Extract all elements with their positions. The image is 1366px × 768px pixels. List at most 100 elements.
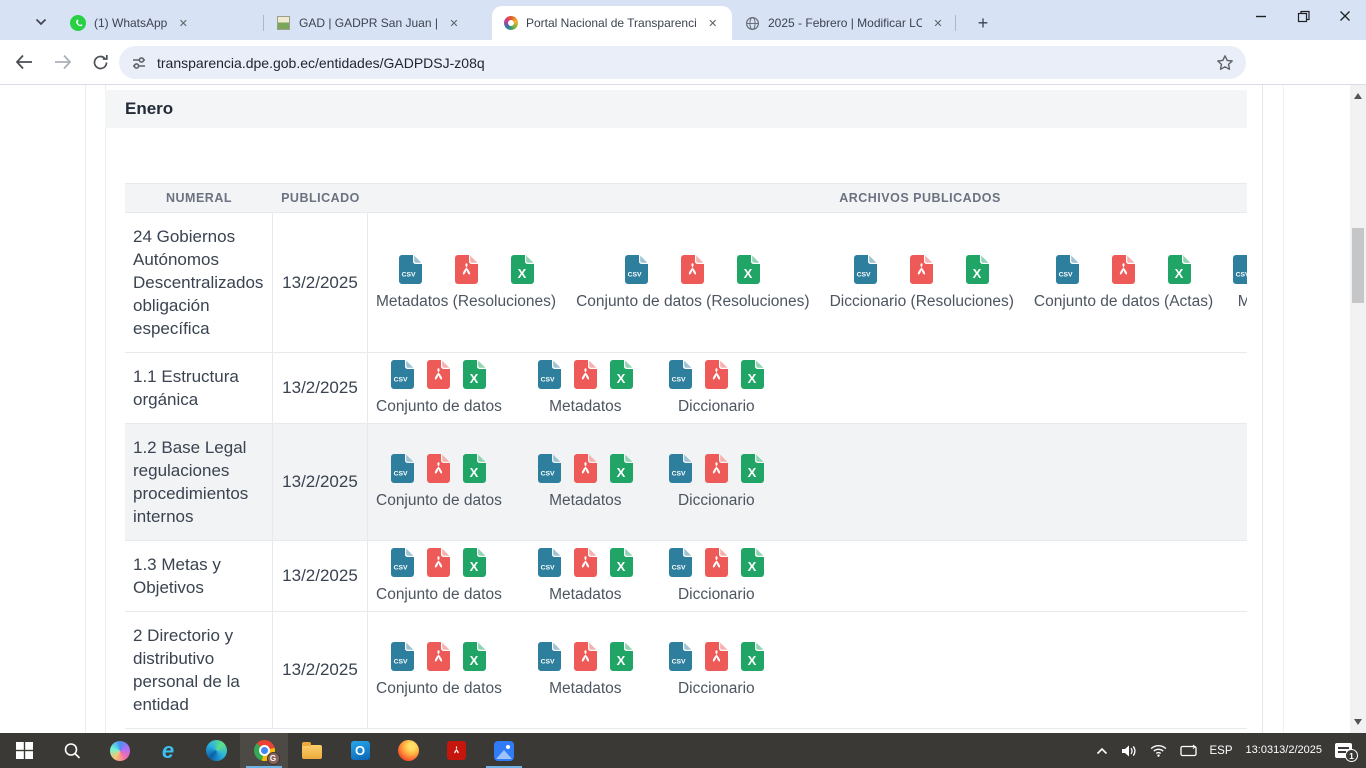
page-scrollbar[interactable] [1350,85,1366,733]
taskbar-edge-icon[interactable] [192,733,240,768]
pdf-file-icon[interactable] [574,454,597,483]
pdf-file-icon[interactable] [574,360,597,389]
file-group-label[interactable]: Metadatos [549,586,621,604]
taskbar-start-icon[interactable] [0,733,48,768]
csv-file-icon[interactable]: CSV [538,454,561,483]
xls-file-icon[interactable]: X [610,454,633,483]
xls-file-icon[interactable]: X [610,642,633,671]
reload-icon[interactable] [84,46,116,78]
address-bar[interactable]: transparencia.dpe.gob.ec/entidades/GADPD… [119,46,1246,79]
tab-close-icon[interactable]: ✕ [930,15,946,31]
bookmark-star-icon[interactable] [1216,54,1234,72]
scroll-down-icon[interactable] [1354,719,1362,725]
pdf-file-icon[interactable] [705,548,728,577]
file-group-label[interactable]: Diccionario [678,680,755,698]
tab-close-icon[interactable]: ✕ [175,15,191,31]
csv-file-icon[interactable]: CSV [625,255,648,284]
file-group-label[interactable]: Metadatos [549,398,621,416]
window-close-button[interactable] [1324,0,1366,32]
taskbar-chrome-icon[interactable]: G [240,733,288,768]
csv-file-icon[interactable]: CSV [391,642,414,671]
xls-file-icon[interactable]: X [610,360,633,389]
month-section-header[interactable]: Enero [105,90,1247,128]
pdf-file-icon[interactable] [427,454,450,483]
pdf-file-icon[interactable] [705,360,728,389]
csv-file-icon[interactable]: CSV [391,360,414,389]
xls-file-icon[interactable]: X [1168,255,1191,284]
language-indicator[interactable]: ESP [1210,745,1233,757]
xls-file-icon[interactable]: X [737,255,760,284]
xls-file-icon[interactable]: X [463,360,486,389]
file-group-label[interactable]: Diccionario [678,398,755,416]
pdf-file-icon[interactable] [574,548,597,577]
file-group-label[interactable]: Conjunto de datos [376,586,502,604]
csv-file-icon[interactable]: CSV [391,548,414,577]
csv-file-icon[interactable]: CSV [391,454,414,483]
pdf-file-icon[interactable] [705,454,728,483]
csv-file-icon[interactable]: CSV [854,255,877,284]
xls-file-icon[interactable]: X [463,548,486,577]
csv-file-icon[interactable]: CSV [538,360,561,389]
xls-file-icon[interactable]: X [741,642,764,671]
pdf-file-icon[interactable] [910,255,933,284]
file-group-label[interactable]: Conjunto de datos (Resoluciones) [576,293,810,311]
csv-file-icon[interactable]: CSV [669,360,692,389]
browser-tab-whatsapp[interactable]: (1) WhatsApp✕ [58,6,264,40]
taskbar-ie-icon[interactable]: e [144,733,192,768]
xls-file-icon[interactable]: X [463,454,486,483]
tab-search-chevron-icon[interactable] [28,12,54,32]
file-group-label[interactable]: Conjunto de datos [376,492,502,510]
csv-file-icon[interactable]: CSV [538,548,561,577]
scroll-up-icon[interactable] [1354,93,1362,99]
file-group-label[interactable]: Diccionario [678,586,755,604]
url-text[interactable]: transparencia.dpe.gob.ec/entidades/GADPD… [157,55,1216,71]
taskbar-photos-icon[interactable] [480,733,528,768]
csv-file-icon[interactable]: CSV [669,454,692,483]
xls-file-icon[interactable]: X [741,454,764,483]
browser-tab-gad[interactable]: GAD | GADPR San Juan |✕ [264,6,492,40]
xls-file-icon[interactable]: X [463,642,486,671]
csv-file-icon[interactable]: CSV [399,255,422,284]
xls-file-icon[interactable]: X [511,255,534,284]
tab-close-icon[interactable]: ✕ [705,15,721,31]
pdf-file-icon[interactable] [427,360,450,389]
pdf-file-icon[interactable] [681,255,704,284]
pdf-file-icon[interactable] [427,642,450,671]
file-group-label[interactable]: Diccionario (Resoluciones) [830,293,1014,311]
file-group-label[interactable]: Conjunto de datos [376,398,502,416]
csv-file-icon[interactable]: CSV [669,642,692,671]
pdf-file-icon[interactable] [427,548,450,577]
back-icon[interactable] [8,46,40,78]
csv-file-icon[interactable]: CSV [538,642,561,671]
tab-close-icon[interactable]: ✕ [446,15,462,31]
tray-chevron-up-icon[interactable] [1096,747,1108,755]
browser-tab-lotaip[interactable]: 2025 - Febrero | Modificar LOTA✕ [732,6,956,40]
xls-file-icon[interactable]: X [741,360,764,389]
taskbar-firefox-icon[interactable] [384,733,432,768]
new-tab-button[interactable]: + [970,10,996,36]
file-group-label[interactable]: Diccionario [678,492,755,510]
pdf-file-icon[interactable] [574,642,597,671]
wifi-icon[interactable] [1150,744,1167,757]
xls-file-icon[interactable]: X [741,548,764,577]
browser-tab-portal[interactable]: Portal Nacional de Transparenci✕ [492,6,732,40]
file-group-label[interactable]: Conjunto de datos (Actas) [1034,293,1213,311]
file-group-label[interactable]: Metadatos (Actas) [1238,293,1247,311]
csv-file-icon[interactable]: CSV [1056,255,1079,284]
xls-file-icon[interactable]: X [966,255,989,284]
site-info-icon[interactable] [131,55,147,71]
taskbar-acrobat-icon[interactable] [432,733,480,768]
file-group-label[interactable]: Metadatos [549,492,621,510]
taskbar-copilot-icon[interactable] [96,733,144,768]
csv-file-icon[interactable]: CSV [669,548,692,577]
scrollbar-thumb[interactable] [1352,228,1364,303]
taskbar-explorer-icon[interactable] [288,733,336,768]
pdf-file-icon[interactable] [705,642,728,671]
taskbar-outlook-icon[interactable]: O [336,733,384,768]
pdf-file-icon[interactable] [1112,255,1135,284]
display-cast-icon[interactable] [1180,744,1197,758]
window-restore-button[interactable] [1282,0,1324,32]
file-group-label[interactable]: Conjunto de datos [376,680,502,698]
csv-file-icon[interactable]: CSV [1233,255,1247,284]
notifications-icon[interactable]: 1 [1335,743,1352,758]
